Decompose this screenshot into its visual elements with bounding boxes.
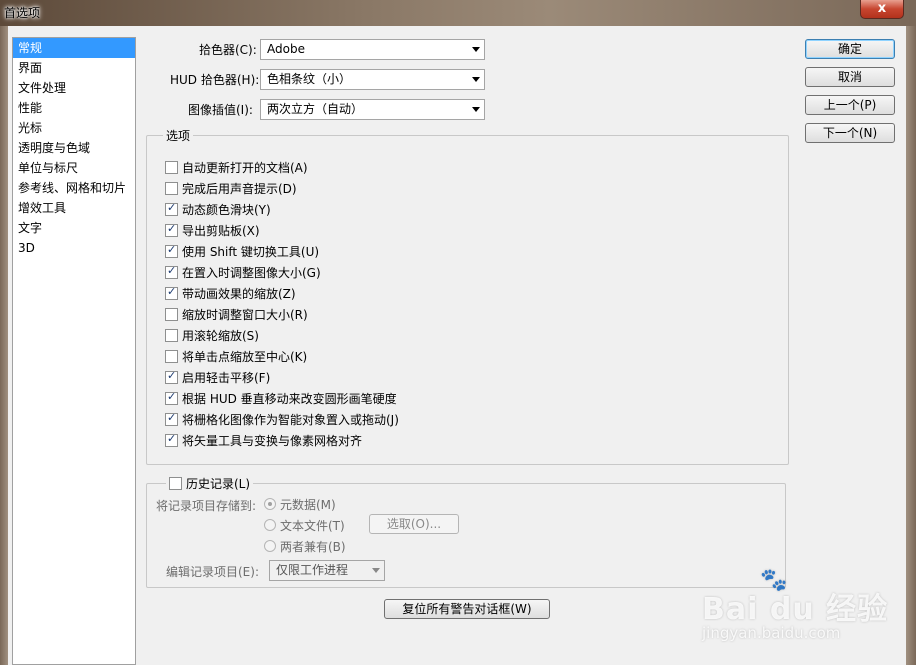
nav-item-interface[interactable]: 界面 — [13, 58, 135, 78]
nav-item-plugins[interactable]: 增效工具 — [13, 198, 135, 218]
checkbox[interactable] — [165, 243, 178, 258]
radio-button[interactable] — [264, 519, 276, 531]
hud-color-picker-label: HUD 拾色器(H): — [170, 73, 260, 87]
option-label: 用滚轮缩放(S) — [182, 328, 259, 343]
ok-button[interactable]: 确定 — [805, 39, 895, 59]
option-label: 导出剪贴板(X) — [182, 223, 260, 238]
option-zoom-with-scroll-wheel[interactable]: 用滚轮缩放(S) — [165, 326, 259, 344]
watermark-sub: jingyan.baidu.com — [702, 624, 841, 642]
option-label: 使用 Shift 键切换工具(U) — [182, 244, 320, 259]
option-label: 动态颜色滑块(Y) — [182, 202, 271, 217]
option-zoom-clicked-point-center[interactable]: 将单击点缩放至中心(K) — [165, 347, 307, 365]
nav-item-transparency-gamut[interactable]: 透明度与色域 — [13, 138, 135, 158]
radio-button[interactable] — [264, 540, 276, 552]
option-label: 在置入时调整图像大小(G) — [182, 265, 321, 280]
category-list[interactable]: 常规 界面 文件处理 性能 光标 透明度与色域 单位与标尺 参考线、网格和切片 … — [12, 37, 136, 665]
edit-log-items-select[interactable]: 仅限工作进程 — [269, 560, 385, 581]
watermark-main: Bai du 经验 — [702, 592, 889, 627]
radio-metadata[interactable]: 元数据(M) — [264, 495, 336, 513]
checkbox[interactable] — [165, 160, 178, 174]
history-log-toggle[interactable]: 历史记录(L) — [166, 474, 254, 492]
edit-log-items-label: 编辑记录项目(E): — [166, 565, 259, 579]
color-picker-label: 拾色器(C): — [199, 43, 257, 57]
checkbox[interactable] — [165, 307, 178, 321]
checkbox[interactable] — [169, 476, 182, 490]
radio-text-file[interactable]: 文本文件(T) — [264, 516, 345, 534]
nav-item-performance[interactable]: 性能 — [13, 98, 135, 118]
option-auto-update-documents[interactable]: 自动更新打开的文档(A) — [165, 158, 308, 176]
nav-item-type[interactable]: 文字 — [13, 218, 135, 238]
option-dynamic-color-sliders[interactable]: 动态颜色滑块(Y) — [165, 200, 271, 218]
interpolation-value: 两次立方（自动） — [267, 102, 364, 116]
option-resize-on-place[interactable]: 在置入时调整图像大小(G) — [165, 263, 321, 281]
option-label: 完成后用声音提示(D) — [182, 181, 297, 196]
option-beep-when-done[interactable]: 完成后用声音提示(D) — [165, 179, 297, 197]
edit-log-items-value: 仅限工作进程 — [276, 563, 349, 577]
checkbox[interactable] — [165, 328, 178, 342]
checkbox[interactable] — [165, 201, 178, 216]
nav-item-file-handling[interactable]: 文件处理 — [13, 78, 135, 98]
radio-button[interactable] — [264, 498, 276, 510]
checkbox[interactable] — [165, 432, 178, 447]
chevron-down-icon — [472, 107, 480, 112]
radio-label: 元数据(M) — [280, 497, 336, 512]
radio-label: 两者兼有(B) — [280, 539, 346, 554]
cancel-button[interactable]: 取消 — [805, 67, 895, 87]
preferences-window: 首选项 x 常规 界面 文件处理 性能 光标 透明度与色域 单位与标尺 参考线、… — [0, 0, 916, 665]
close-button[interactable]: x — [860, 0, 904, 19]
option-label: 缩放时调整窗口大小(R) — [182, 307, 308, 322]
nav-item-3d[interactable]: 3D — [13, 238, 135, 258]
checkbox[interactable] — [165, 390, 178, 405]
option-flick-panning[interactable]: 启用轻击平移(F) — [165, 368, 270, 386]
option-zoom-resizes-windows[interactable]: 缩放时调整窗口大小(R) — [165, 305, 308, 323]
history-log-label: 历史记录(L) — [186, 476, 251, 491]
choose-file-button[interactable]: 选取(O)... — [369, 514, 459, 534]
reset-warnings-button[interactable]: 复位所有警告对话框(W) — [384, 599, 550, 619]
color-picker-select[interactable]: Adobe — [260, 39, 485, 60]
checkbox[interactable] — [165, 264, 178, 279]
checkbox[interactable] — [165, 181, 178, 195]
checkbox[interactable] — [165, 285, 178, 300]
nav-item-general[interactable]: 常规 — [13, 38, 135, 58]
options-group-title: 选项 — [163, 127, 194, 144]
interpolation-label: 图像插值(I): — [188, 103, 253, 117]
radio-label: 文本文件(T) — [280, 518, 345, 533]
window-frame-left — [0, 26, 8, 665]
option-export-clipboard[interactable]: 导出剪贴板(X) — [165, 221, 260, 239]
option-label: 启用轻击平移(F) — [182, 370, 271, 385]
option-label: 将矢量工具与变换与像素网格对齐 — [182, 433, 363, 448]
option-label: 根据 HUD 垂直移动来改变圆形画笔硬度 — [182, 391, 397, 406]
option-snap-vector-to-pixel-grid[interactable]: 将矢量工具与变换与像素网格对齐 — [165, 431, 362, 449]
hud-color-picker-select[interactable]: 色相条纹（小） — [260, 69, 485, 90]
chevron-down-icon — [372, 568, 380, 573]
nav-item-guides-grid-slices[interactable]: 参考线、网格和切片 — [13, 178, 135, 198]
prev-button[interactable]: 上一个(P) — [805, 95, 895, 115]
window-title: 首选项 — [4, 6, 41, 20]
option-shift-tool-switch[interactable]: 使用 Shift 键切换工具(U) — [165, 242, 319, 260]
option-place-as-smart-object[interactable]: 将栅格化图像作为智能对象置入或拖动(J) — [165, 410, 399, 428]
checkbox[interactable] — [165, 411, 178, 426]
color-picker-value: Adobe — [267, 42, 305, 56]
window-frame-right — [906, 26, 916, 665]
checkbox[interactable] — [165, 369, 178, 384]
option-animated-zoom[interactable]: 带动画效果的缩放(Z) — [165, 284, 296, 302]
option-label: 将单击点缩放至中心(K) — [182, 349, 308, 364]
checkbox[interactable] — [165, 222, 178, 237]
title-bar[interactable]: 首选项 x — [0, 0, 916, 26]
save-log-to-label: 将记录项目存储到: — [156, 499, 257, 513]
option-label: 自动更新打开的文档(A) — [182, 160, 308, 175]
interpolation-select[interactable]: 两次立方（自动） — [260, 99, 485, 120]
checkbox[interactable] — [165, 349, 178, 363]
next-button[interactable]: 下一个(N) — [805, 123, 895, 143]
hud-color-picker-value: 色相条纹（小） — [267, 72, 352, 86]
option-label: 带动画效果的缩放(Z) — [182, 286, 296, 301]
chevron-down-icon — [472, 47, 480, 52]
option-hud-brush-hardness[interactable]: 根据 HUD 垂直移动来改变圆形画笔硬度 — [165, 389, 397, 407]
nav-item-units-rulers[interactable]: 单位与标尺 — [13, 158, 135, 178]
option-label: 将栅格化图像作为智能对象置入或拖动(J) — [182, 412, 399, 427]
radio-both[interactable]: 两者兼有(B) — [264, 537, 346, 555]
chevron-down-icon — [472, 77, 480, 82]
nav-item-cursors[interactable]: 光标 — [13, 118, 135, 138]
